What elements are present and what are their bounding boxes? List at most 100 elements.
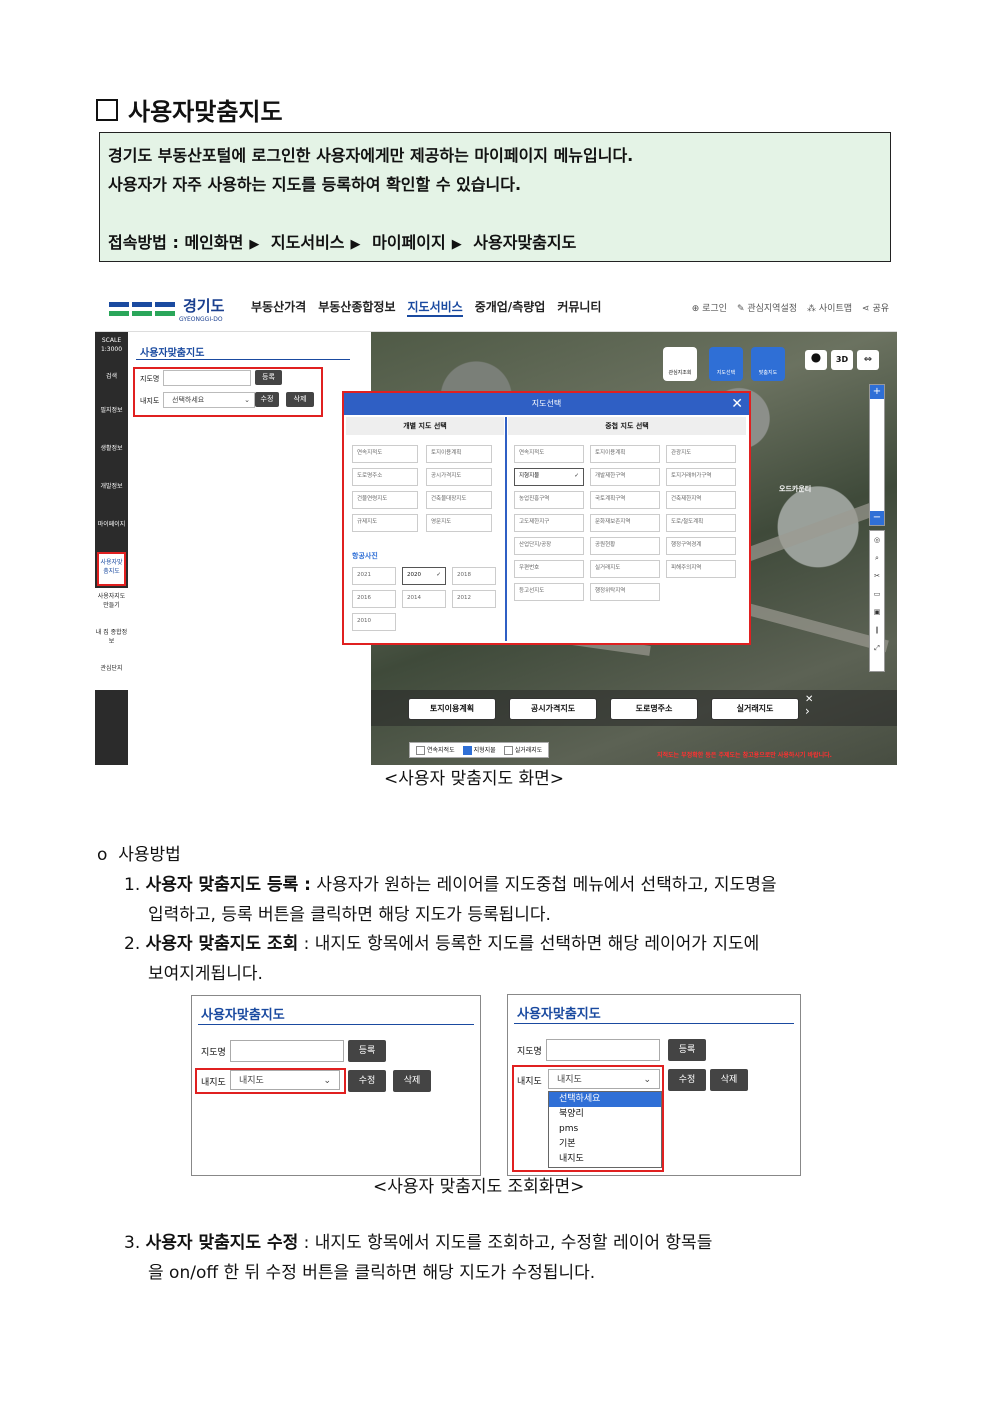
map-option[interactable]: 국토계획구역	[590, 491, 660, 509]
gyeonggi-logo[interactable]: 경기도 GYEONGGI-DO	[109, 295, 224, 323]
delete-button[interactable]: 삭제	[393, 1070, 431, 1092]
map-option[interactable]: 토지이용계획	[590, 445, 660, 463]
map-option[interactable]: 행정위탁지역	[590, 583, 660, 601]
map-option[interactable]: 개발제한구역	[590, 468, 660, 486]
edit-button[interactable]: 수정	[668, 1069, 706, 1091]
map-option[interactable]: 2018	[452, 567, 496, 585]
map-option[interactable]: 관광지도	[666, 445, 736, 463]
map-option[interactable]: 토지거래허가구역	[666, 468, 736, 486]
chip-road-address[interactable]: 도로명주소	[610, 698, 698, 720]
tool-custom-map[interactable]: 맞춤지도	[751, 347, 785, 381]
map-option[interactable]: 문화재보존지역	[590, 514, 660, 532]
layer-chip-bar: 토지이용계획 공시가격지도 도로명주소 실거래지도 ✕ ›	[371, 690, 897, 726]
delete-button[interactable]: 삭제	[710, 1069, 748, 1091]
map-option[interactable]: 피해주의지역	[666, 560, 736, 578]
intro-line-2: 사용자가 자주 사용하는 지도를 등록하여 확인할 수 있습니다.	[108, 175, 522, 194]
register-button[interactable]: 등록	[348, 1040, 386, 1062]
check-transaction[interactable]: 실거래지도	[503, 745, 542, 755]
close-icon[interactable]: ✕	[731, 394, 743, 414]
region-link[interactable]: ✎ 관심지역설정	[737, 301, 797, 314]
chevron-right-icon[interactable]: ›	[805, 704, 810, 718]
figure-caption-1: <사용자 맞춤지도 화면>	[384, 769, 565, 789]
sitemap-link[interactable]: ⁂ 사이트맵	[807, 301, 852, 314]
my-map-select[interactable]: 선택하세요 ⌄	[163, 392, 255, 408]
sidebar-item-home-info[interactable]: 내 집 종합정보	[95, 624, 128, 660]
map-option[interactable]: 건축제한지역	[666, 491, 736, 509]
3d-button[interactable]: 3D	[831, 350, 853, 370]
zoom-in-icon[interactable]: +	[870, 385, 884, 399]
nav-item[interactable]: 부동산가격	[251, 298, 306, 317]
map-option[interactable]: 2021	[352, 567, 396, 585]
edit-button[interactable]: 수정	[255, 392, 279, 407]
nav-item[interactable]: 부동산종합정보	[318, 298, 395, 317]
chip-price-map[interactable]: 공시가격지도	[509, 698, 597, 720]
zoom-slider[interactable]: + −	[869, 384, 885, 526]
sidebar-item-life[interactable]: 생활정보	[95, 440, 128, 478]
map-option[interactable]: 영문지도	[426, 514, 492, 532]
nav-item[interactable]: 중개업/측량업	[475, 298, 546, 317]
delete-button[interactable]: 삭제	[286, 392, 314, 407]
map-option[interactable]: 공시가격지도	[426, 468, 492, 486]
sidebar-item-make-map[interactable]: 사용자지도만들기	[95, 588, 128, 624]
chip-transaction[interactable]: 실거래지도	[711, 698, 799, 720]
dropdown-option[interactable]: 선택하세요	[549, 1092, 661, 1107]
map-option[interactable]: 2020 ✓	[402, 567, 446, 585]
sidebar-item-fav-complex[interactable]: 관심단지	[95, 660, 128, 690]
my-map-select[interactable]: 내지도 ⌄	[230, 1070, 340, 1090]
map-name-input[interactable]	[546, 1039, 660, 1061]
map-option[interactable]: 지형지물 ✓	[514, 468, 584, 486]
map-option[interactable]: 우편번호	[514, 560, 584, 578]
map-option[interactable]: 공원현황	[590, 537, 660, 555]
map-option[interactable]: 건물연령지도	[352, 491, 418, 509]
nav-item-active[interactable]: 지도서비스	[407, 298, 463, 317]
map-name-input[interactable]	[163, 370, 251, 386]
map-option[interactable]: 도로/철도계획	[666, 514, 736, 532]
dropdown-option[interactable]: 북양리	[549, 1107, 661, 1122]
sidebar-item-custom-map[interactable]: 사용자맞춤지도	[97, 552, 126, 586]
map-option[interactable]: 산업단지/공장	[514, 537, 584, 555]
sidebar-item-dev[interactable]: 개발정보	[95, 478, 128, 516]
map-option[interactable]: 도로명주소	[352, 468, 418, 486]
map-option[interactable]: 실거래지도	[590, 560, 660, 578]
map-option[interactable]: 건축물대장지도	[426, 491, 492, 509]
check-icon: ✓	[574, 473, 579, 479]
pause-icon: ∥	[875, 626, 879, 634]
map-option[interactable]: 행정구역경계	[666, 537, 736, 555]
chip-land-use[interactable]: 토지이용계획	[408, 698, 496, 720]
map-option[interactable]: 등고선지도	[514, 583, 584, 601]
tool-interest-search[interactable]: 관심지조회	[663, 347, 697, 381]
share-link[interactable]: ⋖ 공유	[862, 301, 889, 314]
map-option[interactable]: 2016	[352, 590, 396, 608]
dropdown-option[interactable]: 기본	[549, 1137, 661, 1152]
register-button[interactable]: 등록	[255, 370, 282, 385]
map-option[interactable]: 2012	[452, 590, 496, 608]
split-view-icon[interactable]: ⇔	[857, 350, 879, 370]
map-option[interactable]: 연속지적도	[352, 445, 418, 463]
left-sidebar: SCALE 1:3000 검색 필지정보 생활정보 개발정보 마이페이지 사용자…	[95, 332, 128, 765]
map-option[interactable]: 연속지적도	[514, 445, 584, 463]
register-button[interactable]: 등록	[668, 1039, 706, 1061]
map-option[interactable]: 2010	[352, 613, 396, 631]
map-option[interactable]: 규제지도	[352, 514, 418, 532]
nav-item[interactable]: 커뮤니티	[557, 298, 601, 317]
check-cadastral[interactable]: 연속지적도	[416, 745, 455, 755]
edit-button[interactable]: 수정	[348, 1070, 386, 1092]
street-view-icon[interactable]: ●	[805, 350, 827, 370]
zoom-out-icon[interactable]: −	[870, 511, 884, 525]
sidebar-item-mypage[interactable]: 마이페이지	[95, 516, 128, 550]
panel-divider	[514, 1023, 794, 1024]
map-name-input[interactable]	[230, 1040, 344, 1062]
check-terrain[interactable]: 지형지물	[462, 745, 496, 755]
sidebar-item-search[interactable]: 검색	[95, 368, 128, 402]
sidebar-item-parcel[interactable]: 필지정보	[95, 402, 128, 440]
map-option[interactable]: 토지이용계획	[426, 445, 492, 463]
map-option[interactable]: 고도제한지구	[514, 514, 584, 532]
dropdown-option[interactable]: 내지도	[549, 1152, 661, 1167]
dropdown-option[interactable]: pms	[549, 1122, 661, 1137]
tool-map-select[interactable]: 지도선택	[709, 347, 743, 381]
map-side-tools[interactable]: ◎ ⌕ ✂ ▭ ▣ ∥ ⤢	[869, 530, 885, 672]
intro-box: 경기도 부동산포털에 로그인한 사용자에게만 제공하는 마이페이지 메뉴입니다.…	[99, 132, 891, 262]
login-link[interactable]: ⊕ 로그인	[692, 301, 727, 314]
map-option[interactable]: 2014	[402, 590, 446, 608]
map-option[interactable]: 농업진흥구역	[514, 491, 584, 509]
